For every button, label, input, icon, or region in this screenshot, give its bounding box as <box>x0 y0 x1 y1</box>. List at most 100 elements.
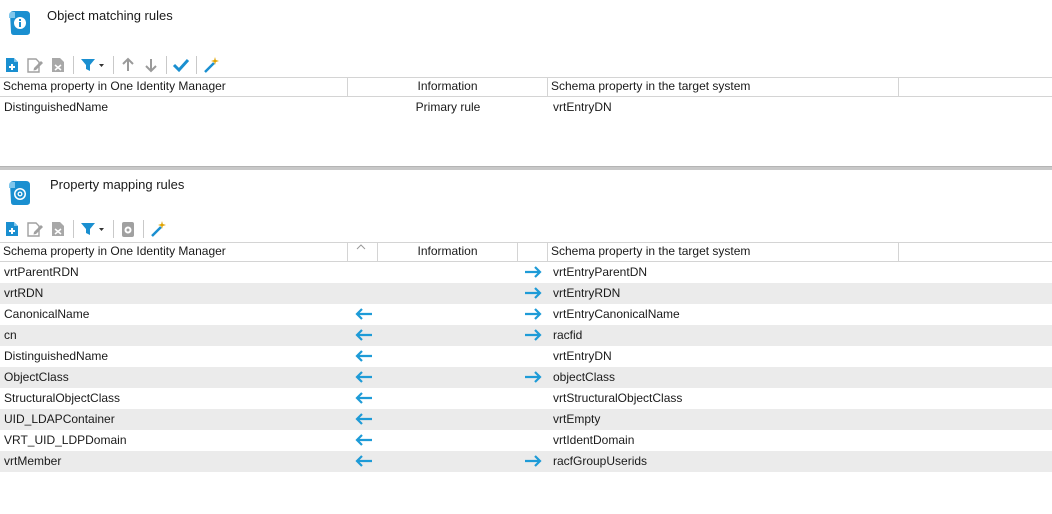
toolbar-separator <box>143 220 144 238</box>
column-header-right[interactable]: Schema property in the target system <box>548 243 899 261</box>
toolbar-separator <box>73 220 74 238</box>
right-property-cell: racfGroupUserids <box>553 454 648 468</box>
arrow-left-icon <box>355 434 372 446</box>
edit-button[interactable] <box>25 219 45 239</box>
property-mapping-toolbar <box>2 218 171 240</box>
arrow-left-icon <box>355 350 372 362</box>
column-header-right[interactable]: Schema property in the target system <box>548 78 899 96</box>
wizard-button[interactable] <box>201 55 221 75</box>
edit-icon <box>27 222 43 237</box>
sort-ascending-icon <box>356 244 366 250</box>
left-property-cell: vrtMember <box>4 454 62 468</box>
mapping-icon <box>122 222 134 237</box>
property-mapping-section: Property mapping rules Schema property i… <box>0 170 1052 514</box>
right-property-cell: vrtEntryParentDN <box>553 265 648 279</box>
table-row[interactable]: vrtMember racfGroupUserids <box>0 451 1052 472</box>
right-property-cell: racfid <box>553 328 583 342</box>
new-button[interactable] <box>2 219 22 239</box>
left-property-cell: vrtRDN <box>4 286 44 300</box>
edit-icon <box>27 58 43 73</box>
delete-button[interactable] <box>48 219 68 239</box>
delete-button[interactable] <box>48 55 68 75</box>
table-row[interactable]: DistinguishedName vrtEntryDN <box>0 346 1052 367</box>
table-row[interactable]: CanonicalName vrtEntryCanonicalName <box>0 304 1052 325</box>
column-header-left[interactable]: Schema property in One Identity Manager <box>0 78 348 96</box>
section-title: Property mapping rules <box>50 177 185 192</box>
move-up-button[interactable] <box>118 55 138 75</box>
wizard-icon <box>151 221 166 237</box>
right-property-cell: vrtEntryDN <box>553 100 612 114</box>
arrow-left-icon <box>355 455 372 467</box>
column-header-information[interactable]: Information <box>378 243 518 261</box>
toolbar-separator <box>196 56 197 74</box>
left-property-cell: VRT_UID_LDPDomain <box>4 433 127 447</box>
left-property-cell: DistinguishedName <box>4 100 109 114</box>
delete-icon <box>52 58 64 72</box>
toolbar-separator <box>113 56 114 74</box>
toolbar-separator <box>73 56 74 74</box>
property-mapping-grid: Schema property in One Identity Manager … <box>0 242 1052 472</box>
table-row[interactable]: ObjectClass objectClass <box>0 367 1052 388</box>
table-row[interactable]: vrtRDN vrtEntryRDN <box>0 283 1052 304</box>
wizard-button[interactable] <box>148 219 168 239</box>
arrow-right-icon <box>525 308 542 320</box>
delete-icon <box>52 222 64 236</box>
table-row[interactable]: UID_LDAPContainer vrtEmpty <box>0 409 1052 430</box>
wizard-icon <box>204 57 219 73</box>
right-property-cell: vrtStructuralObjectClass <box>553 391 683 405</box>
new-button[interactable] <box>2 55 22 75</box>
edit-button[interactable] <box>25 55 45 75</box>
new-icon <box>6 58 18 72</box>
left-property-cell: UID_LDAPContainer <box>4 412 115 426</box>
table-row[interactable]: DistinguishedName Primary rule vrtEntryDN <box>0 97 1052 118</box>
move-down-icon <box>145 59 157 73</box>
grid-header: Schema property in One Identity Manager … <box>0 242 1052 262</box>
table-row[interactable]: cn racfid <box>0 325 1052 346</box>
section-title: Object matching rules <box>47 8 173 23</box>
object-matching-grid: Schema property in One Identity Manager … <box>0 77 1052 118</box>
information-cell: Primary rule <box>415 100 481 114</box>
left-property-cell: CanonicalName <box>4 307 90 321</box>
left-property-cell: StructuralObjectClass <box>4 391 121 405</box>
filter-button[interactable] <box>78 219 108 239</box>
apply-icon <box>172 58 190 73</box>
arrow-right-icon <box>525 329 542 341</box>
right-property-cell: vrtEntryDN <box>553 349 612 363</box>
right-property-cell: vrtIdentDomain <box>553 433 635 447</box>
property-mapping-icon <box>9 181 30 205</box>
table-row[interactable]: VRT_UID_LDPDomain vrtIdentDomain <box>0 430 1052 451</box>
filter-icon <box>81 59 104 71</box>
column-header-information[interactable]: Information <box>348 78 548 96</box>
object-matching-section: Object matching rules Schema property in… <box>0 0 1052 166</box>
right-property-cell: vrtEmpty <box>553 412 601 426</box>
mapping-button[interactable] <box>118 219 138 239</box>
left-property-cell: vrtParentRDN <box>4 265 79 279</box>
left-property-cell: DistinguishedName <box>4 349 109 363</box>
arrow-right-icon <box>525 287 542 299</box>
column-header-right-direction[interactable] <box>518 243 548 261</box>
move-up-icon <box>122 57 134 71</box>
left-property-cell: ObjectClass <box>4 370 69 384</box>
filter-button[interactable] <box>78 55 108 75</box>
apply-button[interactable] <box>171 55 191 75</box>
arrow-left-icon <box>355 392 372 404</box>
table-row[interactable]: vrtParentRDN vrtEntryParentDN <box>0 262 1052 283</box>
toolbar-separator <box>166 56 167 74</box>
table-row[interactable]: StructuralObjectClass vrtStructuralObject… <box>0 388 1052 409</box>
right-property-cell: objectClass <box>553 370 616 384</box>
arrow-left-icon <box>355 308 372 320</box>
arrow-left-icon <box>355 329 372 341</box>
right-property-cell: vrtEntryRDN <box>553 286 621 300</box>
column-header-left-direction[interactable] <box>348 243 378 261</box>
arrow-right-icon <box>525 455 542 467</box>
column-header-left[interactable]: Schema property in One Identity Manager <box>0 243 348 261</box>
grid-header: Schema property in One Identity Manager … <box>0 77 1052 97</box>
arrow-left-icon <box>355 371 372 383</box>
toolbar-separator <box>113 220 114 238</box>
arrow-right-icon <box>525 266 542 278</box>
object-matching-toolbar <box>2 54 224 76</box>
arrow-left-icon <box>355 413 372 425</box>
object-matching-icon <box>9 11 30 35</box>
new-icon <box>6 222 18 236</box>
move-down-button[interactable] <box>141 55 161 75</box>
